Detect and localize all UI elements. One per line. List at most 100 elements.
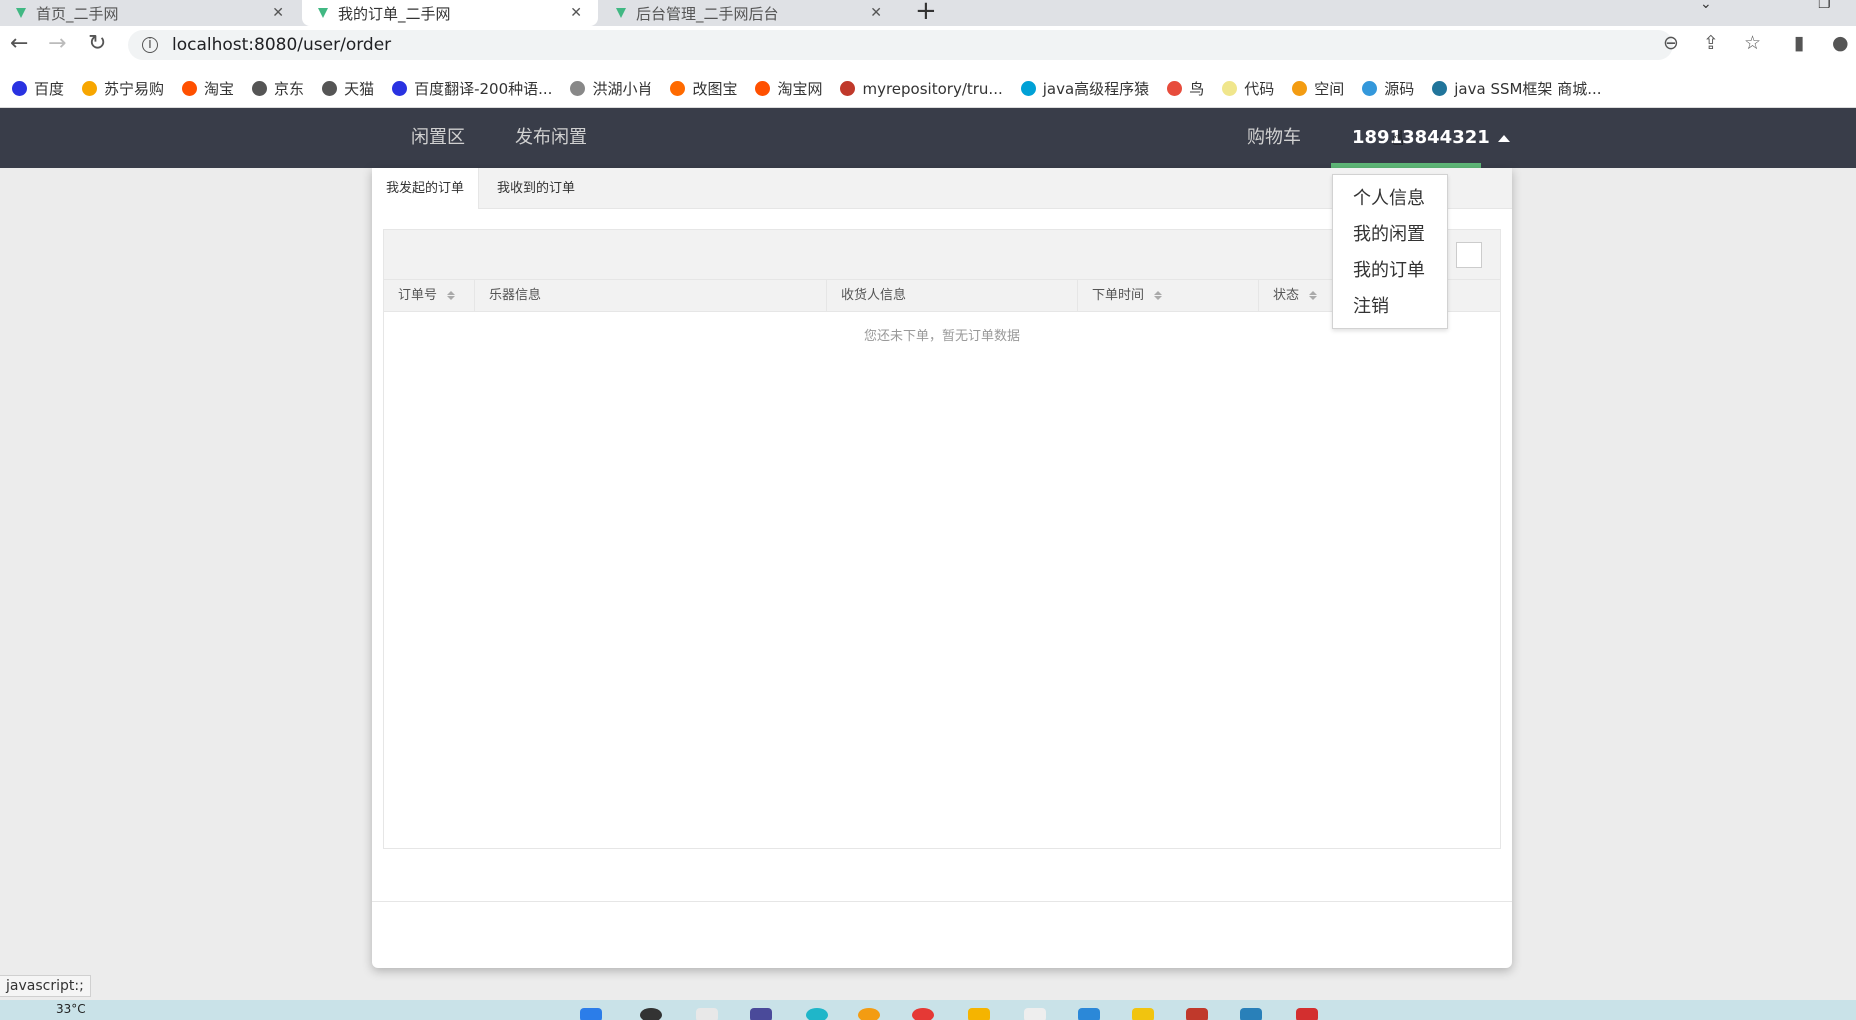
minimize-window-icon[interactable]: ⌄ [1700, 0, 1712, 12]
app-icon[interactable] [1024, 1008, 1046, 1020]
restore-window-icon[interactable]: ❐ [1818, 0, 1831, 12]
browser-tab-orders[interactable]: 我的订单_二手网 ✕ [302, 0, 598, 26]
sort-icon[interactable] [1309, 290, 1318, 301]
bookmark-label: 改图宝 [692, 80, 738, 98]
browser-tab-home[interactable]: 首页_二手网 ✕ [0, 0, 300, 26]
bookmark-item[interactable]: 淘宝 [182, 78, 234, 99]
browser-tab-admin[interactable]: 后台管理_二手网后台 ✕ [600, 0, 898, 26]
menu-item-profile[interactable]: 个人信息 [1333, 181, 1447, 217]
start-icon[interactable] [580, 1008, 602, 1020]
app-navbar: 闲置区 发布闲置 购物车 18913844321 [0, 108, 1856, 168]
chrome-icon[interactable] [912, 1008, 934, 1020]
folder-icon[interactable] [968, 1008, 990, 1020]
bookmark-star-icon[interactable]: ☆ [1744, 32, 1761, 54]
bookmark-favicon-icon [392, 81, 408, 96]
tab-title: 首页_二手网 [36, 4, 119, 23]
app-icon[interactable] [1132, 1008, 1154, 1020]
menu-item-my-orders[interactable]: 我的订单 [1333, 253, 1447, 289]
tab-my-placed-orders[interactable]: 我发起的订单 [372, 168, 480, 209]
bookmark-item[interactable]: 改图宝 [670, 78, 737, 99]
app-icon[interactable] [1186, 1008, 1208, 1020]
bookmark-item[interactable]: 苏宁易购 [82, 78, 164, 99]
bookmark-favicon-icon [322, 81, 338, 96]
vue-favicon-icon [616, 8, 626, 18]
zoom-icon[interactable]: ⊖ [1663, 32, 1679, 54]
bookmark-item[interactable]: 源码 [1362, 78, 1414, 99]
bookmark-item[interactable]: 百度 [12, 78, 64, 99]
nav-cart[interactable]: 购物车 [1247, 108, 1301, 168]
column-label: 订单号 [398, 288, 438, 303]
menu-item-my-idle[interactable]: 我的闲置 [1333, 217, 1447, 253]
bookmark-item[interactable]: 京东 [252, 78, 304, 99]
bookmark-favicon-icon [252, 81, 268, 96]
tab-my-received-orders[interactable]: 我收到的订单 [483, 168, 589, 209]
close-tab-icon[interactable]: ✕ [272, 5, 284, 21]
vue-favicon-icon [318, 8, 328, 18]
tab-title: 后台管理_二手网后台 [636, 4, 779, 23]
bookmark-label: 淘宝网 [777, 80, 823, 98]
profile-avatar-icon[interactable]: ● [1832, 32, 1849, 54]
nav-publish-idle[interactable]: 发布闲置 [515, 108, 587, 168]
task-view-icon[interactable] [696, 1008, 718, 1020]
site-info-icon[interactable]: i [142, 37, 158, 53]
bookmark-item[interactable]: java高级程序猿 [1020, 78, 1149, 99]
bookmark-item[interactable]: 天猫 [322, 78, 374, 99]
bookmark-favicon-icon [755, 81, 771, 96]
bookmark-label: 空间 [1314, 80, 1345, 98]
bookmark-label: 源码 [1384, 80, 1415, 98]
bookmark-item[interactable]: 洪湖小肖 [570, 78, 652, 99]
bookmark-favicon-icon [1432, 81, 1448, 96]
new-tab-icon[interactable]: + [915, 0, 937, 26]
browser-tab-strip: 首页_二手网 ✕ 我的订单_二手网 ✕ 后台管理_二手网后台 ✕ + ⌄ ❐ [0, 0, 1856, 26]
bookmark-favicon-icon [570, 81, 586, 96]
bookmark-label: 天猫 [344, 80, 375, 98]
column-order-time[interactable]: 下单时间 [1078, 280, 1259, 312]
app-icon[interactable] [858, 1008, 880, 1020]
browser-status-bar: javascript:; [0, 975, 91, 997]
url-field[interactable]: i localhost:8080/user/order [128, 30, 1673, 60]
bookmark-item[interactable]: 空间 [1292, 78, 1344, 99]
share-icon[interactable]: ⇪ [1703, 32, 1719, 54]
bookmark-label: 苏宁易购 [104, 80, 165, 98]
column-label: 乐器信息 [489, 288, 542, 303]
card-divider [372, 901, 1512, 902]
table-filter-button[interactable] [1456, 242, 1482, 268]
forward-arrow-icon[interactable]: → [48, 30, 66, 58]
column-order-no[interactable]: 订单号 [384, 280, 475, 312]
mouse-pointer-icon: ☝ [1392, 126, 1405, 150]
column-label: 收货人信息 [841, 288, 907, 303]
bookmark-favicon-icon [1167, 81, 1183, 96]
app-icon[interactable] [1240, 1008, 1262, 1020]
bookmarks-bar: 百度 苏宁易购 淘宝 京东 天猫 百度翻译-200种语... 洪湖小肖 改图宝 淘宝网 myrep… [0, 70, 1856, 108]
menu-item-logout[interactable]: 注销 [1333, 289, 1447, 325]
bookmark-label: 洪湖小肖 [592, 80, 653, 98]
column-instrument-info: 乐器信息 [475, 280, 827, 312]
app-icon[interactable] [1296, 1008, 1318, 1020]
bookmark-favicon-icon [670, 81, 686, 96]
bookmark-item[interactable]: java SSM框架 商城... [1432, 78, 1602, 99]
bookmark-favicon-icon [1362, 81, 1378, 96]
bookmark-item[interactable]: 淘宝网 [755, 78, 822, 99]
tab-title: 我的订单_二手网 [338, 4, 451, 23]
app-icon[interactable] [1078, 1008, 1100, 1020]
sort-icon[interactable] [447, 290, 456, 301]
user-dropdown-menu: 个人信息 我的闲置 我的订单 注销 [1332, 174, 1448, 329]
bookmark-item[interactable]: 百度翻译-200种语... [392, 78, 552, 99]
close-tab-icon[interactable]: ✕ [870, 5, 882, 21]
nav-idle-zone[interactable]: 闲置区 [411, 108, 465, 168]
bookmark-label: 代码 [1244, 80, 1275, 98]
edge-icon[interactable] [806, 1008, 828, 1020]
bookmark-item[interactable]: 代码 [1222, 78, 1274, 99]
bookmark-label: java SSM框架 商城... [1454, 80, 1602, 98]
side-panel-icon[interactable]: ▮ [1794, 32, 1804, 54]
nav-user-menu[interactable]: 18913844321 [1352, 108, 1510, 168]
back-arrow-icon[interactable]: ← [10, 30, 28, 58]
sort-icon[interactable] [1154, 290, 1163, 301]
search-icon[interactable] [640, 1008, 662, 1020]
bookmark-item[interactable]: 鸟 [1167, 78, 1204, 99]
bookmark-label: 鸟 [1189, 80, 1205, 98]
reload-icon[interactable]: ↻ [88, 30, 106, 58]
app-icon[interactable] [750, 1008, 772, 1020]
bookmark-item[interactable]: myrepository/tru... [840, 80, 1003, 98]
close-tab-icon[interactable]: ✕ [570, 5, 582, 21]
